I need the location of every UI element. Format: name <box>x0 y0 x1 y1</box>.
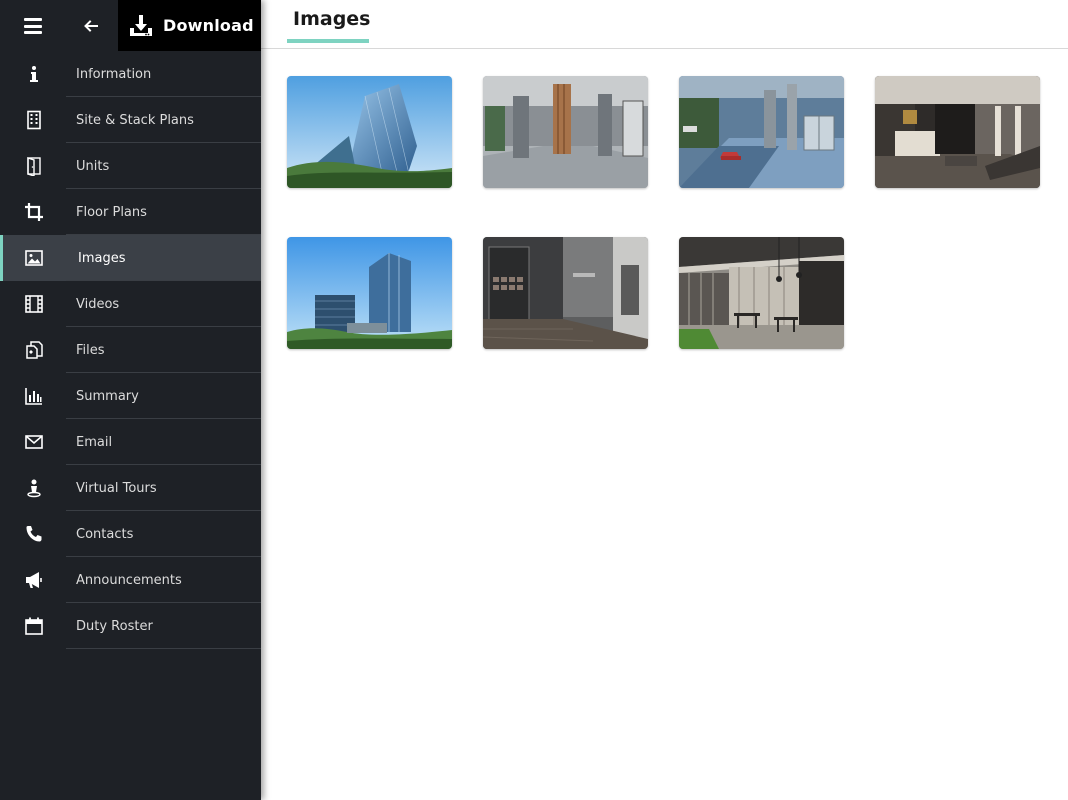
sidebar-item-files[interactable]: Files <box>0 327 261 373</box>
sidebar-item-label: Images <box>78 250 126 266</box>
sidebar-item-label: Duty Roster <box>76 618 153 634</box>
download-icon <box>130 14 152 36</box>
envelope-icon <box>0 419 66 465</box>
sidebar-item-information[interactable]: Information <box>0 51 261 97</box>
sidebar-nav: Information Site & Stack Plans Units Flo… <box>0 51 261 649</box>
calendar-icon <box>0 603 66 649</box>
sidebar-item-units[interactable]: Units <box>0 143 261 189</box>
image-thumbnail-5[interactable] <box>287 237 452 349</box>
info-icon <box>0 51 66 97</box>
sidebar-item-announcements[interactable]: Announcements <box>0 557 261 603</box>
sidebar-item-label: Floor Plans <box>76 204 147 220</box>
sidebar-item-videos[interactable]: Videos <box>0 281 261 327</box>
sidebar-item-images[interactable]: Images <box>0 235 261 281</box>
image-thumbnail-1[interactable] <box>287 76 452 188</box>
crop-icon <box>0 189 66 235</box>
person-pin-icon <box>0 465 66 511</box>
image-thumbnail-4[interactable] <box>875 76 1040 188</box>
sidebar-item-label: Site & Stack Plans <box>76 112 194 128</box>
arrow-left-icon[interactable] <box>80 14 102 38</box>
image-thumbnail-6[interactable] <box>483 237 648 349</box>
sidebar-item-contacts[interactable]: Contacts <box>0 511 261 557</box>
sidebar-item-label: Virtual Tours <box>76 480 157 496</box>
image-thumbnail-7[interactable] <box>679 237 844 349</box>
megaphone-icon <box>0 557 66 603</box>
sidebar: Download Information Site & Stack Plans <box>0 0 261 800</box>
sidebar-item-label: Announcements <box>76 572 182 588</box>
download-button[interactable]: Download <box>118 0 261 51</box>
film-icon <box>0 281 66 327</box>
hamburger-icon[interactable] <box>24 18 42 34</box>
door-icon <box>0 143 66 189</box>
building-icon <box>0 97 66 143</box>
bar-chart-icon <box>0 373 66 419</box>
sidebar-item-label: Units <box>76 158 110 174</box>
image-icon <box>0 235 66 281</box>
sidebar-item-duty-roster[interactable]: Duty Roster <box>0 603 261 649</box>
page-title: Images <box>293 8 371 30</box>
page-header: Images <box>261 0 1068 49</box>
sidebar-item-email[interactable]: Email <box>0 419 261 465</box>
sidebar-item-label: Files <box>76 342 105 358</box>
files-icon <box>0 327 66 373</box>
phone-icon <box>0 511 66 557</box>
download-label: Download <box>163 16 254 35</box>
image-thumbnail-3[interactable] <box>679 76 844 188</box>
sidebar-item-label: Videos <box>76 296 120 312</box>
sidebar-item-summary[interactable]: Summary <box>0 373 261 419</box>
sidebar-item-label: Information <box>76 66 152 82</box>
sidebar-topbar: Download <box>0 0 261 51</box>
sidebar-item-floor-plans[interactable]: Floor Plans <box>0 189 261 235</box>
sidebar-item-site-stack-plans[interactable]: Site & Stack Plans <box>0 97 261 143</box>
sidebar-item-label: Summary <box>76 388 139 404</box>
sidebar-item-label: Contacts <box>76 526 134 542</box>
active-tab-underline <box>287 39 369 43</box>
sidebar-item-label: Email <box>76 434 113 450</box>
sidebar-item-virtual-tours[interactable]: Virtual Tours <box>0 465 261 511</box>
image-thumbnail-2[interactable] <box>483 76 648 188</box>
